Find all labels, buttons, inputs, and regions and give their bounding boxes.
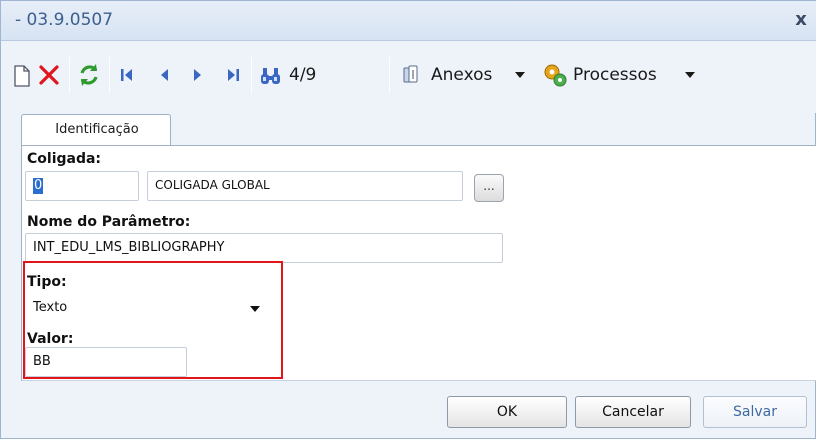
coligada-code-field[interactable]: 0 [25, 171, 139, 201]
new-icon[interactable] [13, 61, 31, 89]
tab-label: Identificação [55, 122, 139, 137]
dialog-window: - 03.9.0507 x 4/9 Anexos Processos Ident… [0, 0, 816, 439]
next-record-icon[interactable] [191, 61, 205, 89]
save-button[interactable]: Salvar [703, 396, 807, 428]
first-record-icon[interactable] [119, 61, 135, 89]
last-record-icon[interactable] [225, 61, 241, 89]
toolbar: 4/9 Anexos Processos [1, 41, 816, 113]
chevron-down-icon[interactable] [515, 72, 525, 78]
chevron-down-icon[interactable] [685, 72, 695, 78]
toolbar-separator [109, 57, 110, 93]
type-select[interactable]: Texto [25, 293, 271, 323]
previous-record-icon[interactable] [157, 61, 171, 89]
record-position: 4/9 [289, 65, 317, 85]
attachments-label[interactable]: Anexos [431, 65, 492, 85]
processes-label[interactable]: Processos [573, 65, 657, 85]
coligada-label: Coligada: [27, 151, 102, 167]
coligada-name-field: COLIGADA GLOBAL [147, 171, 463, 201]
find-icon[interactable] [259, 61, 283, 89]
type-label: Tipo: [27, 274, 67, 290]
cancel-button[interactable]: Cancelar [575, 396, 691, 428]
value-field[interactable]: BB [25, 347, 187, 377]
ok-button[interactable]: OK [447, 396, 567, 428]
value-label: Valor: [27, 331, 74, 347]
chevron-down-icon[interactable] [250, 306, 260, 312]
title-bar: - 03.9.0507 x [1, 1, 816, 41]
tab-identificacao[interactable]: Identificação [21, 114, 171, 146]
delete-icon[interactable] [37, 61, 61, 89]
parameter-name-label: Nome do Parâmetro: [27, 214, 191, 230]
toolbar-separator [251, 57, 252, 93]
refresh-icon[interactable] [77, 61, 101, 89]
parameter-name-field[interactable]: INT_EDU_LMS_BIBLIOGRAPHY [25, 233, 503, 263]
toolbar-separator [69, 57, 70, 93]
coligada-code-value: 0 [33, 178, 44, 194]
attachment-icon[interactable] [401, 61, 423, 89]
close-icon[interactable]: x [791, 8, 811, 32]
window-title: - 03.9.0507 [15, 10, 114, 30]
toolbar-separator [389, 57, 390, 93]
processes-icon[interactable] [541, 61, 569, 89]
coligada-lookup-button[interactable]: ... [474, 174, 504, 202]
type-selected-value: Texto [33, 300, 68, 315]
